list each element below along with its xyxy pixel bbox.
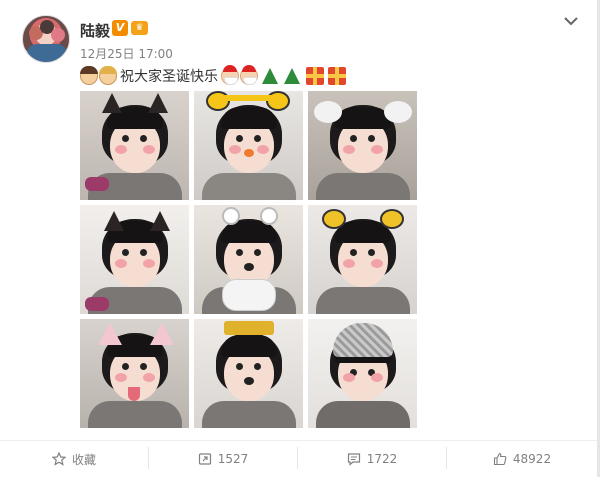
repost-icon	[198, 453, 211, 465]
gift-emoji-icon	[328, 67, 346, 85]
favorite-label: 收藏	[71, 452, 96, 467]
comment-count: 1722	[366, 452, 398, 466]
photo-thumbnail[interactable]	[80, 91, 189, 200]
gift-emoji-icon	[306, 67, 324, 85]
photo-grid	[80, 91, 417, 428]
photo-thumbnail[interactable]	[194, 205, 303, 314]
photo-thumbnail[interactable]	[308, 319, 417, 428]
post-text-row: 祝大家圣诞快乐	[80, 65, 347, 86]
photo-thumbnail[interactable]	[308, 205, 417, 314]
santa-emoji-icon	[221, 65, 239, 85]
member-level-icon: ♛	[131, 21, 148, 35]
post-text: 祝大家圣诞快乐	[120, 69, 218, 85]
comment-icon	[347, 453, 360, 466]
christmas-tree-emoji-icon	[284, 68, 300, 84]
repost-count: 1527	[217, 452, 249, 466]
like-button[interactable]: 48922	[447, 441, 597, 477]
boy-face-emoji-icon	[80, 66, 98, 85]
girl-face-emoji-icon	[99, 66, 117, 85]
photo-thumbnail[interactable]	[308, 91, 417, 200]
weibo-post-card: 陆毅 V ♛ 12月25日 17:00 祝大家圣诞快乐 收藏 1527 1722…	[0, 0, 600, 477]
comment-button[interactable]: 1722	[298, 441, 446, 477]
repost-button[interactable]: 1527	[149, 441, 297, 477]
post-time[interactable]: 12月25日 17:00	[80, 45, 173, 62]
chevron-down-icon[interactable]	[562, 12, 580, 30]
photo-thumbnail[interactable]	[194, 319, 303, 428]
christmas-tree-emoji-icon	[262, 68, 278, 84]
thumbs-up-icon	[493, 452, 507, 466]
star-icon	[51, 452, 66, 466]
photo-thumbnail[interactable]	[80, 205, 189, 314]
verified-badge-icon: V	[112, 20, 128, 36]
photo-thumbnail[interactable]	[194, 91, 303, 200]
favorite-button[interactable]: 收藏	[0, 441, 148, 477]
author-name[interactable]: 陆毅	[80, 20, 110, 41]
avatar[interactable]	[22, 15, 70, 63]
santa-emoji-icon	[240, 65, 258, 85]
photo-thumbnail[interactable]	[80, 319, 189, 428]
like-count: 48922	[512, 452, 552, 466]
